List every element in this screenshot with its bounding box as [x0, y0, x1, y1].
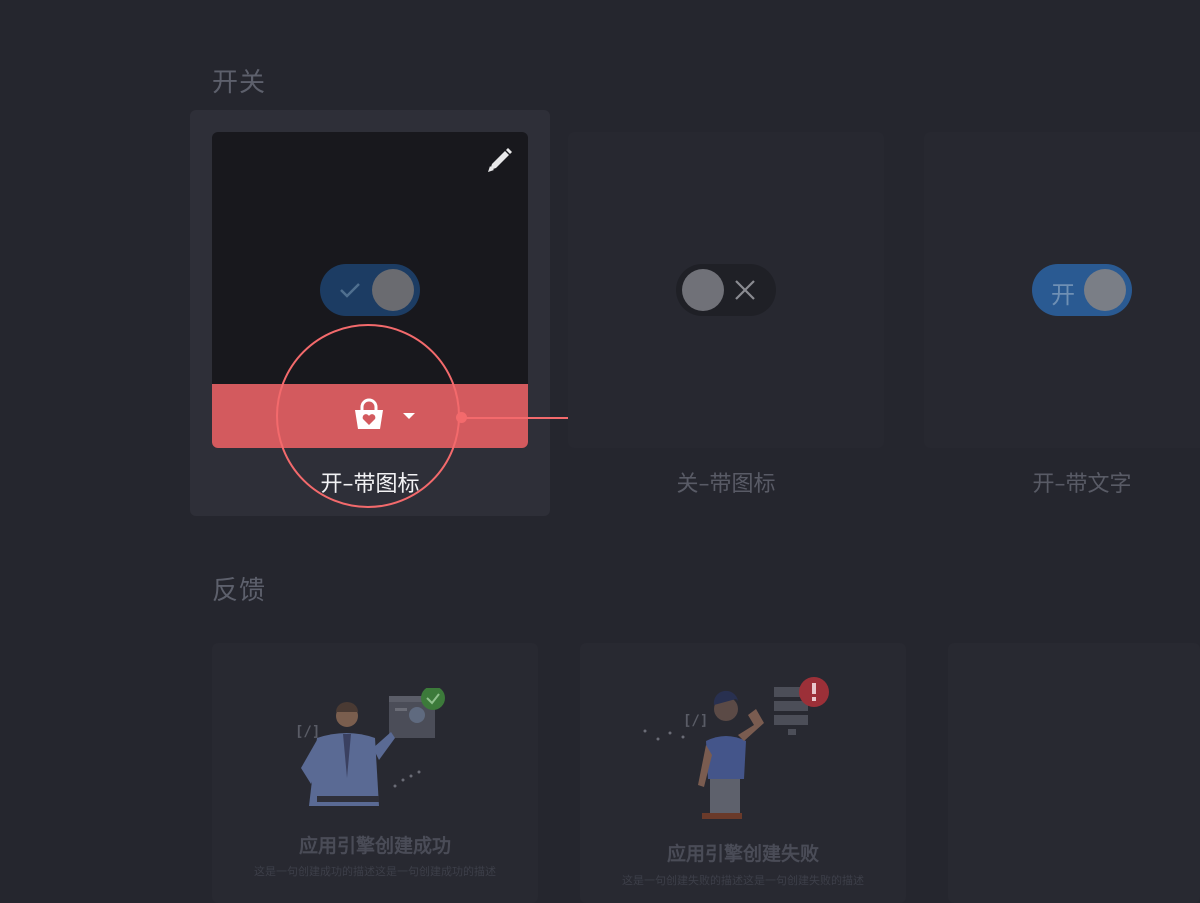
- switch-card-on-text[interactable]: 开: [924, 132, 1200, 448]
- pencil-icon[interactable]: [484, 144, 516, 176]
- feedback-title-success: 应用引擎创建成功: [298, 835, 451, 857]
- highlight-ring: [276, 324, 460, 508]
- engineer-success-illustration: [/]: [295, 688, 445, 806]
- feedback-section-title: 反馈: [212, 576, 267, 606]
- engineer-failure-illustration: [/]: [643, 677, 829, 819]
- switch-section-title: 开关: [212, 68, 267, 98]
- toggle-knob: [1084, 269, 1126, 311]
- feedback-card-third[interactable]: [948, 643, 1200, 903]
- switch-card-off-icon[interactable]: [568, 132, 884, 448]
- feedback-desc-failure: 这是一句创建失败的描述这是一句创建失败的描述: [622, 874, 864, 887]
- toggle-switch-on-text[interactable]: 开: [1032, 264, 1132, 316]
- toggle-knob: [372, 269, 414, 311]
- feedback-card-failure[interactable]: [/] 应用引擎创建失败 这是一句创建失败的描述这是一句创建失败的描述: [580, 643, 906, 903]
- feedback-card-success[interactable]: [/] 应用引擎创建成功 这是一句创建成功的描述这是一句创建成功的描述: [212, 643, 538, 903]
- leader-dot: [456, 412, 467, 423]
- feedback-desc-success: 这是一句创建成功的描述这是一句创建成功的描述: [254, 865, 496, 878]
- svg-text:[/]: [/]: [295, 724, 320, 740]
- card-label-on-text: 开–带文字: [1032, 472, 1132, 497]
- feedback-title-failure: 应用引擎创建失败: [666, 843, 819, 865]
- svg-text:[/]: [/]: [683, 713, 708, 729]
- toggle-switch-on[interactable]: [320, 264, 420, 316]
- toggle-text: 开: [1051, 281, 1075, 309]
- check-icon: [340, 283, 360, 298]
- toggle-switch-off[interactable]: [676, 264, 776, 316]
- toggle-knob: [682, 269, 724, 311]
- close-icon: [735, 280, 755, 300]
- card-label-off-icon: 关–带图标: [676, 472, 776, 497]
